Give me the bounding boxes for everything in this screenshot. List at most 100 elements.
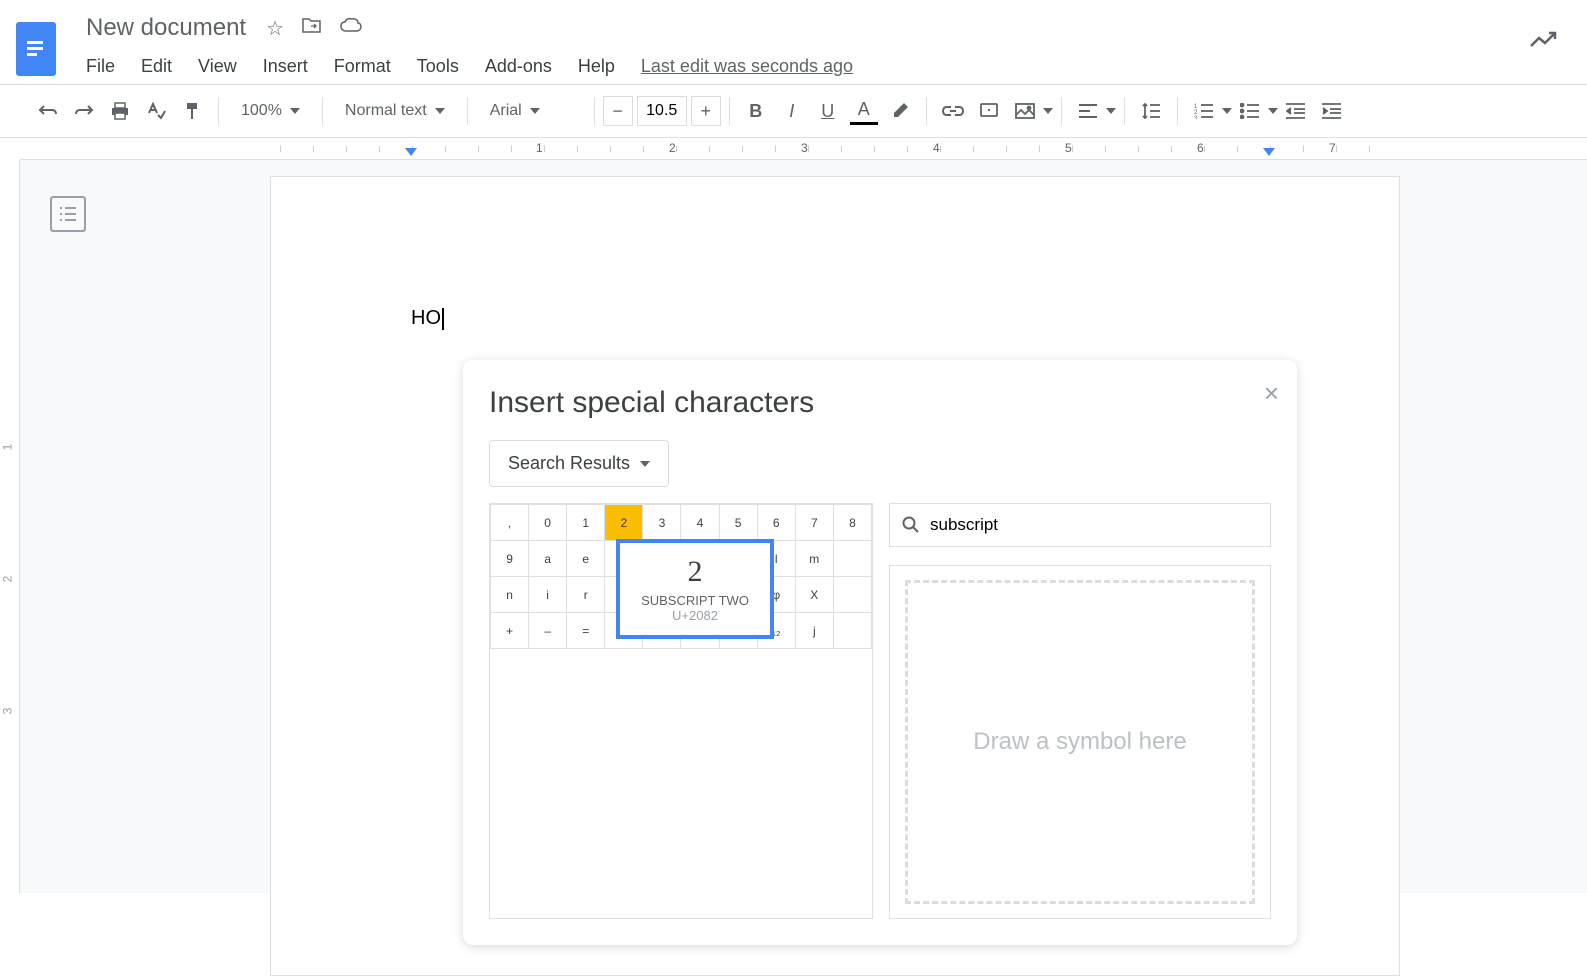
style-dropdown[interactable]: Normal text [331, 102, 459, 120]
font-dropdown[interactable]: Arial [476, 102, 586, 120]
category-dropdown[interactable]: Search Results [489, 440, 669, 487]
docs-logo[interactable] [16, 22, 56, 76]
increase-font-button[interactable]: + [691, 96, 721, 126]
increase-indent-button[interactable] [1314, 93, 1350, 129]
character-cell[interactable]: , [491, 505, 529, 541]
decrease-font-button[interactable]: − [603, 96, 633, 126]
canvas-area: HO × Insert special characters Search Re… [20, 160, 1587, 893]
menu-insert[interactable]: Insert [263, 56, 308, 77]
font-size-input[interactable] [637, 96, 687, 126]
menu-help[interactable]: Help [578, 56, 615, 77]
search-box [889, 503, 1271, 547]
character-cell[interactable]: + [491, 613, 529, 649]
star-icon[interactable]: ☆ [266, 16, 284, 41]
character-cell[interactable]: n [491, 577, 529, 613]
character-cell[interactable] [833, 613, 871, 649]
menu-bar: File Edit View Insert Format Tools Add-o… [86, 56, 1571, 77]
character-cell[interactable]: 4 [681, 505, 719, 541]
numbered-list-dropdown-icon[interactable] [1222, 108, 1232, 114]
character-cell[interactable]: 3 [643, 505, 681, 541]
cloud-icon[interactable] [340, 16, 362, 41]
menu-edit[interactable]: Edit [141, 56, 172, 77]
align-button[interactable] [1070, 93, 1106, 129]
app-header: New document ☆ File Edit View Insert For… [0, 0, 1587, 84]
ruler-number: 2 [669, 141, 676, 155]
character-cell[interactable]: 6 [757, 505, 795, 541]
character-cell[interactable]: i [529, 577, 567, 613]
menu-addons[interactable]: Add-ons [485, 56, 552, 77]
underline-button[interactable]: U [810, 93, 846, 129]
redo-button[interactable] [66, 93, 102, 129]
right-indent-marker[interactable] [1263, 148, 1275, 158]
align-dropdown-icon[interactable] [1106, 108, 1116, 114]
tooltip-name: SUBSCRIPT TWO [640, 593, 750, 608]
character-cell[interactable]: 0 [529, 505, 567, 541]
character-cell[interactable]: 7 [795, 505, 833, 541]
dialog-title: Insert special characters [489, 386, 1271, 420]
svg-text:3: 3 [1194, 116, 1198, 119]
vertical-ruler[interactable]: 123 [0, 160, 20, 893]
bulleted-list-dropdown-icon[interactable] [1268, 108, 1278, 114]
bold-button[interactable]: B [738, 93, 774, 129]
spellcheck-button[interactable] [138, 93, 174, 129]
character-cell[interactable]: 2 [605, 505, 643, 541]
print-button[interactable] [102, 93, 138, 129]
menu-view[interactable]: View [198, 56, 237, 77]
text-color-button[interactable]: A [846, 93, 882, 129]
draw-area[interactable]: Draw a symbol here [889, 565, 1271, 919]
bulleted-list-button[interactable] [1232, 93, 1268, 129]
character-cell[interactable]: 1 [567, 505, 605, 541]
undo-button[interactable] [30, 93, 66, 129]
character-cell[interactable]: 8 [833, 505, 871, 541]
character-cell[interactable]: 5 [719, 505, 757, 541]
menu-file[interactable]: File [86, 56, 115, 77]
close-button[interactable]: × [1264, 378, 1279, 409]
zoom-dropdown[interactable]: 100% [227, 102, 314, 120]
character-cell[interactable] [833, 577, 871, 613]
character-cell[interactable]: = [567, 613, 605, 649]
numbered-list-button[interactable]: 123 [1186, 93, 1222, 129]
italic-button[interactable]: I [774, 93, 810, 129]
menu-tools[interactable]: Tools [417, 56, 459, 77]
character-cell[interactable]: r [567, 577, 605, 613]
paint-format-button[interactable] [174, 93, 210, 129]
character-cell[interactable]: – [529, 613, 567, 649]
document-content[interactable]: HO [411, 307, 1259, 330]
activity-icon[interactable] [1529, 30, 1557, 55]
comment-button[interactable] [971, 93, 1007, 129]
character-cell[interactable]: X [795, 577, 833, 613]
line-spacing-button[interactable] [1133, 93, 1169, 129]
move-icon[interactable] [302, 16, 322, 41]
character-cell[interactable]: e [567, 541, 605, 577]
character-tooltip: 2 SUBSCRIPT TWO U+2082 [616, 539, 774, 639]
toolbar: 100% Normal text Arial − + B I U A [0, 84, 1587, 138]
outline-toggle-button[interactable] [50, 196, 86, 232]
left-indent-marker[interactable] [405, 148, 417, 158]
link-button[interactable] [935, 93, 971, 129]
image-button[interactable] [1007, 93, 1043, 129]
search-icon [902, 516, 920, 534]
ruler-number: 6 [1197, 141, 1204, 155]
highlight-button[interactable] [882, 93, 918, 129]
vruler-number: 2 [0, 576, 14, 583]
image-dropdown-icon[interactable] [1043, 108, 1053, 114]
character-grid: ,0123456789aeolmniruφX+–=(₁₂j 2 SUBSCRIP… [489, 503, 873, 919]
character-cell[interactable] [833, 541, 871, 577]
horizontal-ruler[interactable]: 1234567 [20, 138, 1587, 160]
ruler-number: 5 [1065, 141, 1072, 155]
search-input[interactable] [930, 515, 1258, 535]
character-cell[interactable]: j [795, 613, 833, 649]
menu-format[interactable]: Format [334, 56, 391, 77]
ruler-number: 4 [933, 141, 940, 155]
decrease-indent-button[interactable] [1278, 93, 1314, 129]
last-edit-link[interactable]: Last edit was seconds ago [641, 56, 853, 77]
character-cell[interactable]: m [795, 541, 833, 577]
character-cell[interactable]: 9 [491, 541, 529, 577]
document-title[interactable]: New document [86, 14, 246, 42]
tooltip-code: U+2082 [640, 608, 750, 623]
special-characters-dialog: × Insert special characters Search Resul… [463, 360, 1297, 945]
character-cell[interactable]: a [529, 541, 567, 577]
ruler-number: 1 [536, 141, 543, 155]
ruler-number: 3 [801, 141, 808, 155]
draw-placeholder: Draw a symbol here [973, 728, 1186, 756]
